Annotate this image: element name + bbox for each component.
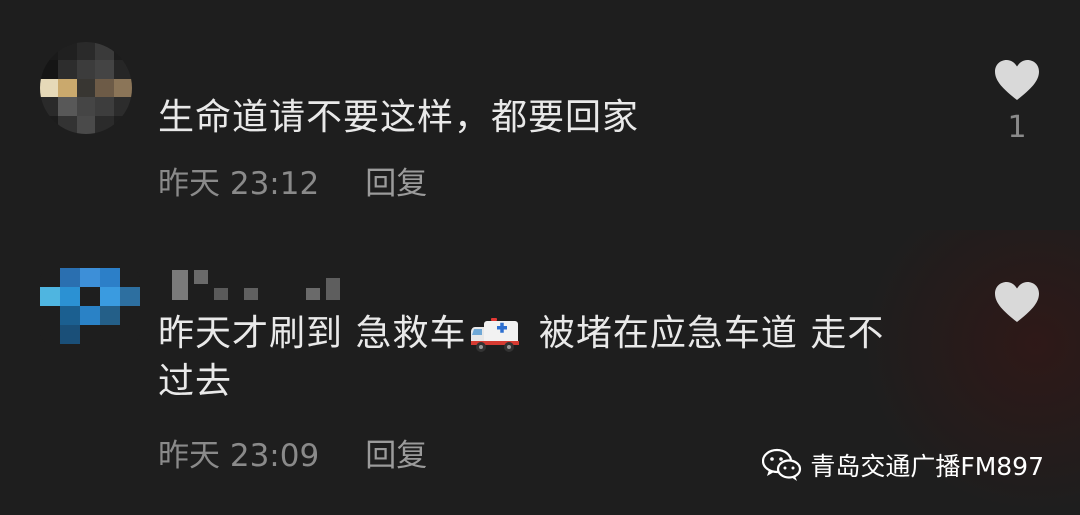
comment-text-part: 过去	[158, 361, 233, 402]
heart-icon	[995, 60, 1039, 100]
comment-text: 生命道请不要这样，都要回家	[158, 97, 640, 138]
comment-meta: 昨天 23:12 回复	[158, 158, 427, 203]
avatar[interactable]	[40, 268, 140, 344]
comment-time: 昨天 23:09	[158, 438, 320, 474]
comment-text: 昨天才刷到 急救车 被堵在应急车道 走不 过去	[158, 310, 884, 406]
ambulance-icon	[471, 318, 520, 352]
watermark-text: 青岛交通广播FM897	[810, 452, 1044, 481]
heart-icon	[995, 282, 1039, 322]
like-button[interactable]	[992, 280, 1042, 332]
avatar[interactable]	[40, 42, 132, 134]
comment-text-part: 被堵在应急车道 走不	[526, 313, 885, 354]
like-button[interactable]: 1	[992, 58, 1042, 145]
comment-text-part: 昨天才刷到 急救车	[158, 313, 467, 354]
reply-button[interactable]: 回复	[365, 158, 427, 203]
wechat-icon	[762, 448, 802, 481]
like-count: 1	[1007, 110, 1027, 145]
watermark: 青岛交通广播FM897	[762, 447, 1044, 483]
comment-time: 昨天 23:12	[158, 166, 320, 202]
comment-meta: 昨天 23:09 回复	[158, 430, 427, 475]
username-blurred[interactable]	[172, 270, 340, 300]
reply-button[interactable]: 回复	[365, 430, 427, 475]
